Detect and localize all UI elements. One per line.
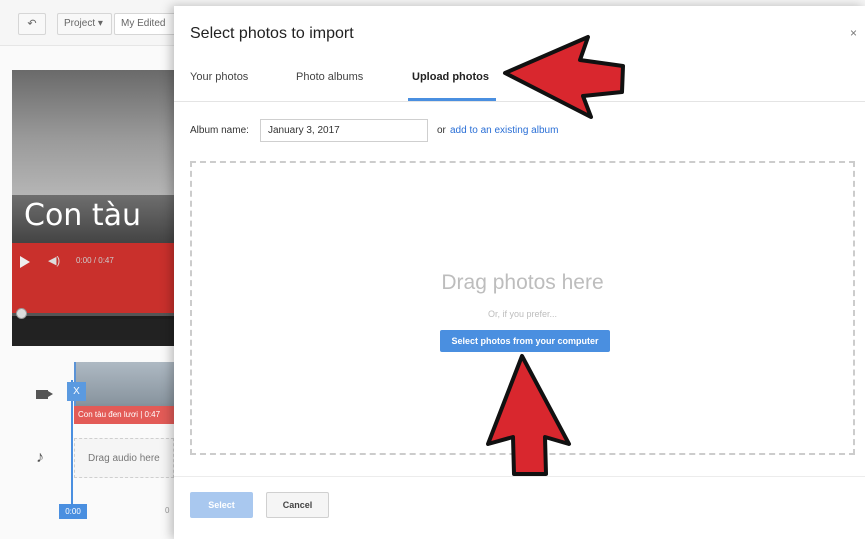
play-icon[interactable] <box>20 256 30 268</box>
close-icon[interactable]: × <box>850 26 857 40</box>
photo-drop-zone[interactable]: Drag photos here Or, if you prefer... Se… <box>190 161 855 455</box>
select-from-computer-button[interactable]: Select photos from your computer <box>440 330 610 352</box>
audio-drop-placeholder: Drag audio here <box>88 453 160 464</box>
video-caption: Con tàu <box>24 198 142 233</box>
select-button[interactable]: Select <box>190 492 253 518</box>
project-menu-button[interactable]: Project ▾ <box>57 13 112 35</box>
music-note-icon: ♪ <box>36 449 44 466</box>
clip-remove-handle[interactable]: X <box>67 382 86 401</box>
scrub-bar[interactable] <box>12 313 174 316</box>
undo-arrow-icon: ↶ <box>27 18 37 30</box>
album-name-label: Album name: <box>190 125 249 136</box>
dialog-title: Select photos to import <box>190 25 354 42</box>
scrub-handle[interactable] <box>16 308 27 319</box>
drop-zone-title: Drag photos here <box>441 271 604 294</box>
playhead-time: 0:00 <box>59 504 87 519</box>
cancel-button[interactable]: Cancel <box>266 492 329 518</box>
tab-your-photos[interactable]: Your photos <box>190 71 248 83</box>
time-readout: 0:00 / 0:47 <box>76 256 114 265</box>
footer-divider <box>174 476 865 477</box>
tabs-divider <box>174 101 865 102</box>
add-to-existing-album-link[interactable]: add to an existing album <box>450 125 558 136</box>
preview-frame-sky <box>12 70 174 195</box>
video-camera-icon <box>36 390 53 399</box>
undo-button[interactable]: ↶ <box>18 13 46 35</box>
tab-upload-photos[interactable]: Upload photos <box>412 71 489 83</box>
caption-band <box>12 243 174 315</box>
volume-icon[interactable]: ◀) <box>48 254 60 267</box>
album-name-input[interactable] <box>260 119 428 142</box>
tab-photo-albums[interactable]: Photo albums <box>296 71 363 83</box>
clip-label: Con tàu đen lươi | 0:47 <box>74 406 174 424</box>
drop-zone-subtitle: Or, if you prefer... <box>487 309 558 319</box>
timeline-ruler-label: 0 <box>165 506 170 515</box>
player-controls <box>12 319 174 346</box>
album-or-text: or <box>437 125 446 136</box>
import-photos-dialog: Select photos to import × Your photos Ph… <box>174 6 865 539</box>
